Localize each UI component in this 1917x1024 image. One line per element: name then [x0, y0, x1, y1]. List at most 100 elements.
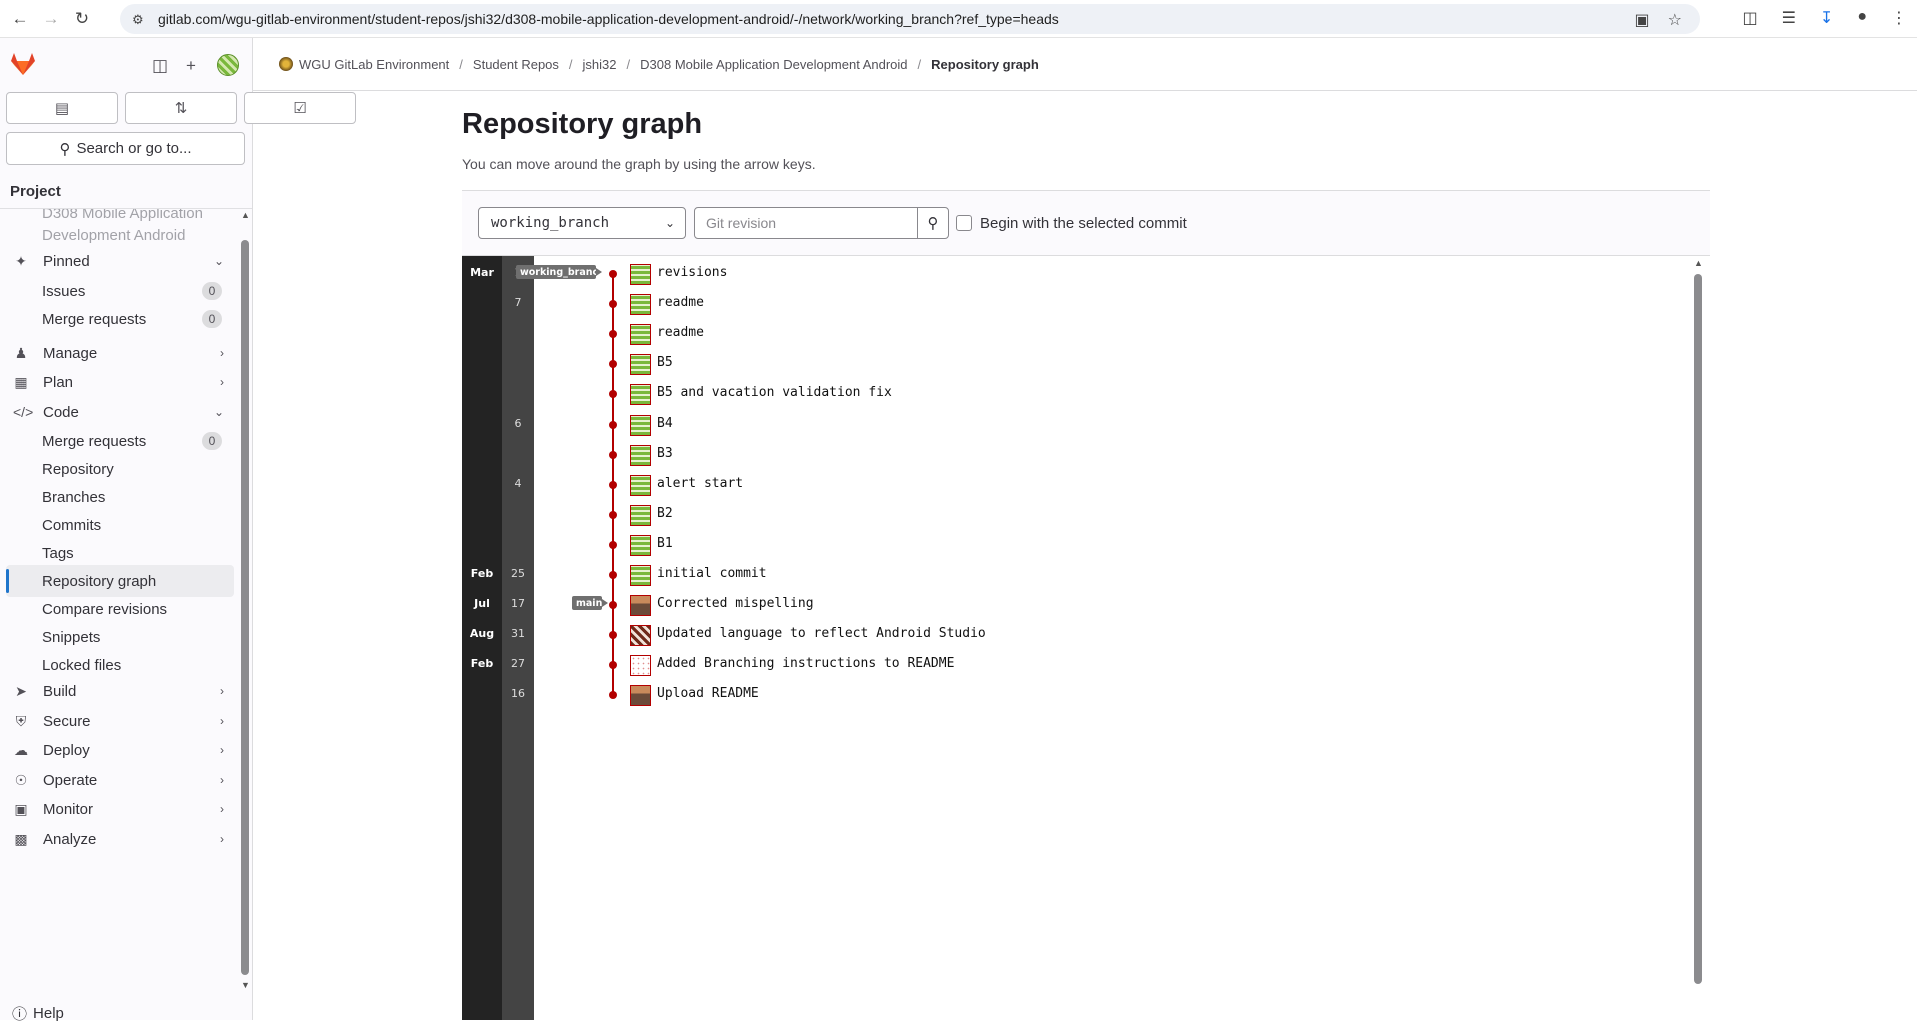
commit-message[interactable]: readme — [657, 295, 704, 310]
commit-dot[interactable] — [609, 480, 617, 489]
breadcrumb-current[interactable]: Repository graph — [931, 57, 1039, 72]
sidebar-item-operate[interactable]: ☉ Operate › — [6, 764, 234, 796]
branch-select[interactable]: working_branch ⌄ — [478, 207, 686, 239]
sidebar-item-secure[interactable]: ⛨ Secure › — [6, 705, 234, 737]
menu-icon[interactable]: ⋮ — [1891, 8, 1907, 28]
forward-icon[interactable]: → — [40, 8, 62, 30]
install-icon[interactable]: ▣ — [1635, 10, 1650, 30]
scrollbar-thumb[interactable] — [1694, 274, 1702, 984]
commit-message[interactable]: B5 and vacation validation fix — [657, 385, 892, 400]
commit-message[interactable]: Upload README — [657, 686, 759, 701]
breadcrumb-item[interactable]: jshi32 — [583, 57, 617, 72]
commit-author-avatar[interactable] — [630, 655, 651, 677]
browser-toolbar: ← → ↻ ⚙ gitlab.com/wgu-gitlab-environmen… — [0, 0, 1917, 38]
scroll-up-icon[interactable]: ▲ — [241, 210, 250, 220]
sidebar-item-deploy[interactable]: ☁ Deploy › — [6, 734, 234, 766]
collapse-sidebar-icon[interactable]: ◫ — [152, 56, 168, 76]
back-icon[interactable]: ← — [9, 8, 31, 30]
sidebar-item-build[interactable]: ➤ Build › — [6, 675, 234, 707]
project-name-faded[interactable]: D308 Mobile Application Development Andr… — [42, 209, 222, 247]
commit-author-avatar[interactable] — [630, 625, 651, 647]
user-avatar[interactable] — [217, 54, 239, 76]
commit-dot[interactable] — [609, 540, 617, 549]
commit-author-avatar[interactable] — [630, 264, 651, 285]
scroll-up-icon[interactable]: ▲ — [1694, 258, 1703, 268]
sidebar-item-merge-requests-pinned[interactable]: Merge requests 0 — [6, 303, 234, 335]
commit-message[interactable]: Corrected mispelling — [657, 596, 814, 611]
commit-dot[interactable] — [609, 691, 617, 700]
commit-author-avatar[interactable] — [630, 294, 651, 316]
scrollbar-thumb[interactable] — [241, 240, 249, 975]
commit-author-avatar[interactable] — [630, 324, 651, 346]
repository-graph[interactable]: revisions readme readme B5 B5 and vacation v… — [462, 256, 1710, 1020]
merge-requests-tab-icon[interactable]: ⇅ — [125, 92, 237, 124]
commit-message[interactable]: Updated language to reflect Android Stud… — [657, 626, 986, 641]
commit-dot[interactable] — [609, 330, 617, 339]
commit-author-avatar[interactable] — [630, 384, 651, 406]
commit-message[interactable]: B5 — [657, 355, 673, 370]
commit-message[interactable]: B4 — [657, 416, 673, 431]
extensions-icon[interactable]: ◫ — [1742, 8, 1757, 28]
commit-author-avatar[interactable] — [630, 685, 651, 707]
sidebar-item-code[interactable]: </> Code ⌄ — [6, 396, 234, 428]
commit-message[interactable]: B3 — [657, 446, 673, 461]
commit-dot[interactable] — [609, 661, 617, 670]
gitlab-logo-icon[interactable] — [10, 52, 36, 76]
url-text[interactable]: gitlab.com/wgu-gitlab-environment/studen… — [158, 11, 1059, 27]
commit-dot[interactable] — [609, 270, 617, 278]
search-revision-button[interactable]: ⚲ — [917, 207, 949, 239]
commit-message[interactable]: Added Branching instructions to README — [657, 656, 954, 671]
ref-label[interactable]: main — [572, 596, 602, 611]
todos-tab-icon[interactable]: ☑ — [244, 92, 356, 124]
sidebar-item-plan[interactable]: ▦ Plan › — [6, 366, 234, 398]
commit-dot[interactable] — [609, 390, 617, 399]
commit-author-avatar[interactable] — [630, 565, 651, 586]
commit-dot[interactable] — [609, 300, 617, 309]
commit-dot[interactable] — [609, 450, 617, 459]
begin-with-commit-checkbox[interactable] — [956, 215, 972, 231]
site-info-icon[interactable]: ⚙ — [132, 12, 148, 27]
help-button[interactable]: ⓘ Help — [12, 1003, 64, 1024]
commit-author-avatar[interactable] — [630, 504, 651, 526]
ref-label[interactable]: working_branch — [516, 265, 605, 279]
sidebar-item-monitor[interactable]: ▣ Monitor › — [6, 793, 234, 825]
commit-dot[interactable] — [609, 571, 617, 579]
commit-dot[interactable] — [609, 360, 617, 369]
commit-author-avatar[interactable] — [630, 444, 651, 466]
commit-author-avatar[interactable] — [630, 595, 651, 617]
profile-icon[interactable]: ● — [1857, 8, 1867, 28]
sidebar-item-manage[interactable]: ♟ Manage › — [6, 337, 234, 369]
git-revision-input[interactable]: Git revision — [694, 207, 918, 239]
commit-message[interactable]: B1 — [657, 536, 673, 551]
media-icon[interactable]: ☰ — [1782, 8, 1796, 28]
sidebar-scrollbar[interactable]: ▲ ▼ — [241, 210, 250, 990]
commit-message[interactable]: initial commit — [657, 566, 767, 581]
commit-dot[interactable] — [609, 420, 617, 429]
issues-tab-icon[interactable]: ▤ — [6, 92, 118, 124]
reload-icon[interactable]: ↻ — [71, 8, 93, 30]
search-button[interactable]: ⚲ Search or go to... — [6, 132, 245, 165]
sidebar-item-pinned[interactable]: ✦ Pinned ⌄ — [6, 245, 234, 277]
commit-dot[interactable] — [609, 631, 617, 640]
bookmark-star-icon[interactable]: ☆ — [1668, 10, 1682, 30]
breadcrumb-item[interactable]: D308 Mobile Application Development Andr… — [640, 57, 907, 72]
graph-scrollbar[interactable]: ▲ — [1694, 258, 1703, 992]
commit-message[interactable]: alert start — [657, 476, 743, 491]
download-icon[interactable]: ↧ — [1820, 8, 1833, 28]
commit-dot[interactable] — [609, 510, 617, 519]
commit-author-avatar[interactable] — [630, 354, 651, 376]
commit-author-avatar[interactable] — [630, 414, 651, 436]
breadcrumb-item[interactable]: WGU GitLab Environment — [299, 57, 449, 72]
commit-dot[interactable] — [609, 601, 617, 610]
commit-message[interactable]: readme — [657, 325, 704, 340]
create-new-icon[interactable]: + — [186, 56, 196, 76]
commit-author-avatar[interactable] — [630, 474, 651, 496]
commit-message[interactable]: revisions — [657, 265, 727, 280]
address-bar[interactable]: ⚙ gitlab.com/wgu-gitlab-environment/stud… — [120, 4, 1700, 34]
scroll-down-icon[interactable]: ▼ — [241, 980, 250, 992]
sidebar-item-analyze[interactable]: ▩ Analyze › — [6, 823, 234, 855]
commit-author-avatar[interactable] — [630, 534, 651, 556]
begin-with-commit-label[interactable]: Begin with the selected commit — [980, 215, 1187, 232]
commit-message[interactable]: B2 — [657, 506, 673, 521]
breadcrumb-item[interactable]: Student Repos — [473, 57, 559, 72]
